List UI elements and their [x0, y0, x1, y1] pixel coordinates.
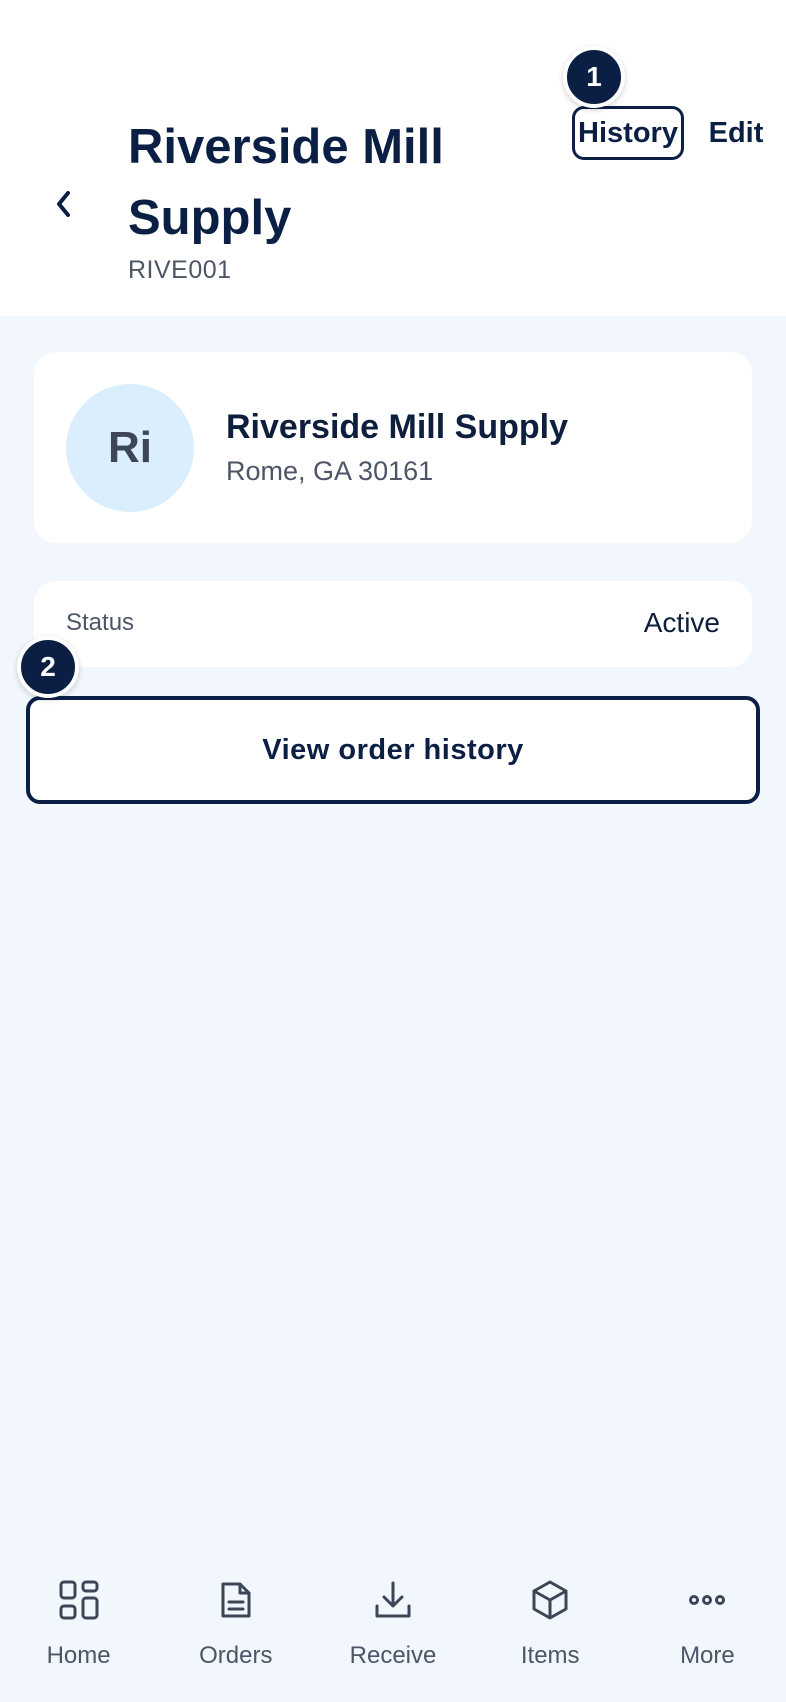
nav-item-receive[interactable]: Receive: [314, 1546, 471, 1702]
box-icon: [528, 1578, 572, 1622]
history-button[interactable]: History: [572, 106, 684, 160]
profile-name: Riverside Mill Supply: [226, 408, 568, 446]
status-value: Active: [643, 607, 720, 638]
nav-label-receive: Receive: [349, 1642, 437, 1669]
customer-code: RIVE001: [128, 256, 232, 284]
nav-label-more: More: [680, 1642, 735, 1669]
status-card: Status Active: [34, 581, 752, 667]
edit-button[interactable]: Edit: [696, 106, 776, 160]
profile-location: Rome, GA 30161: [226, 456, 434, 486]
nav-item-more[interactable]: More: [629, 1546, 786, 1702]
nav-label-orders: Orders: [199, 1642, 273, 1669]
back-button[interactable]: [44, 178, 84, 234]
nav-label-home: Home: [46, 1642, 111, 1669]
chevron-left-icon: [51, 187, 77, 226]
view-order-history-button[interactable]: View order history: [26, 696, 760, 804]
document-icon: [214, 1578, 258, 1622]
nav-item-orders[interactable]: Orders: [157, 1546, 314, 1702]
step-marker-2: 2: [17, 636, 79, 698]
download-icon: [371, 1578, 415, 1622]
bottom-nav: Home Orders Receive Items More: [0, 1546, 786, 1702]
customer-detail-screen: Riverside Mill Supply RIVE001 History Ed…: [0, 0, 786, 1702]
ellipsis-icon: [685, 1578, 729, 1622]
grid-icon: [57, 1578, 101, 1622]
step-marker-1: 1: [563, 46, 625, 108]
nav-item-items[interactable]: Items: [472, 1546, 629, 1702]
status-label: Status: [66, 609, 135, 636]
page-title: Riverside Mill Supply: [128, 120, 444, 245]
nav-label-items: Items: [520, 1642, 580, 1669]
nav-item-home[interactable]: Home: [0, 1546, 157, 1702]
header: Riverside Mill Supply RIVE001 History Ed…: [0, 0, 786, 316]
profile-card: Ri Riverside Mill Supply Rome, GA 30161: [34, 352, 752, 543]
avatar: Ri: [66, 384, 194, 512]
